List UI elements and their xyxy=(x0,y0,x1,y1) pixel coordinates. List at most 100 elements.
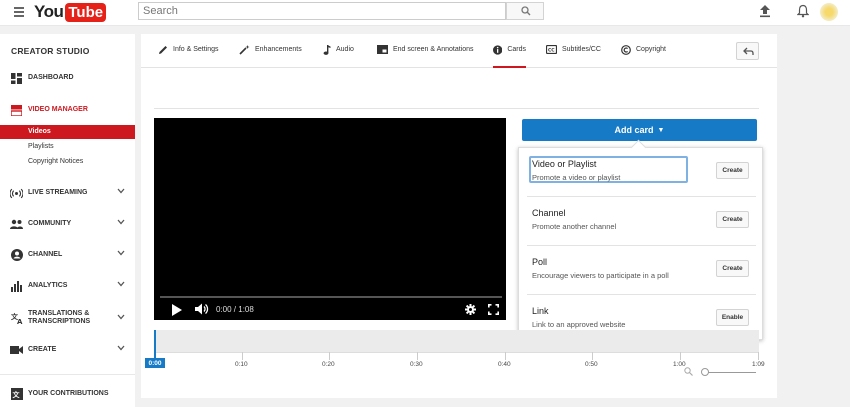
copyright-icon xyxy=(621,45,631,55)
playhead-time-label: 0:00 xyxy=(145,358,165,368)
tab-label: End screen & Annotations xyxy=(393,46,474,53)
add-card-label: Add card xyxy=(614,125,654,135)
zoom-icon xyxy=(684,367,693,376)
sidebar-item-channel[interactable]: CHANNEL xyxy=(0,246,135,264)
sidebar-item-analytics[interactable]: ANALYTICS xyxy=(0,277,135,295)
create-icon xyxy=(10,344,23,357)
translate-icon: 文A xyxy=(10,312,23,325)
tab-end-screen-annotations[interactable]: End screen & Annotations xyxy=(377,45,474,68)
gear-icon[interactable] xyxy=(465,304,476,315)
dashboard-icon xyxy=(10,72,23,85)
logo-tube-text: Tube xyxy=(65,2,107,22)
sidebar-item-label-line1: TRANSLATIONS & xyxy=(28,310,90,317)
card-option-title: Channel xyxy=(532,208,566,218)
analytics-icon xyxy=(10,280,23,293)
top-bar: You Tube Search xyxy=(0,0,850,26)
fullscreen-icon[interactable] xyxy=(488,304,499,315)
contributions-icon: 文 xyxy=(10,388,23,401)
card-option-video-playlist[interactable]: Video or Playlist Promote a video or pla… xyxy=(527,148,756,197)
sidebar-item-video-manager[interactable]: VIDEO MANAGER xyxy=(0,101,135,119)
avatar[interactable] xyxy=(820,3,838,21)
zoom-slider-handle[interactable] xyxy=(701,368,709,376)
video-editor-panel: Info & Settings Enhancements Audio End s… xyxy=(141,34,777,398)
sidebar-item-label: LIVE STREAMING xyxy=(28,189,88,196)
sidebar-item-your-contributions[interactable]: 文 YOUR CONTRIBUTIONS xyxy=(0,385,135,403)
card-option-desc: Promote another channel xyxy=(532,222,617,231)
card-option-title: Poll xyxy=(532,257,548,267)
youtube-logo[interactable]: You Tube xyxy=(34,2,107,22)
tab-label: Audio xyxy=(336,46,354,53)
card-option-poll[interactable]: Poll Encourage viewers to participate in… xyxy=(527,246,756,295)
svg-text:A: A xyxy=(17,318,23,324)
create-video-playlist-card-button[interactable]: Create xyxy=(716,162,749,179)
sidebar-item-community[interactable]: COMMUNITY xyxy=(0,215,135,233)
upload-icon[interactable] xyxy=(759,4,771,18)
channel-icon xyxy=(10,249,23,262)
sidebar-item-label: CREATE xyxy=(28,346,57,353)
timeline-tick-label: 1:09 xyxy=(752,361,765,368)
create-poll-card-button[interactable]: Create xyxy=(716,260,749,277)
svg-text:文: 文 xyxy=(12,390,20,399)
bell-icon[interactable] xyxy=(797,4,809,18)
sidebar-item-label: CHANNEL xyxy=(28,251,63,258)
sidebar-item-label: ANALYTICS xyxy=(28,282,68,289)
sidebar-sub-copyright-notices[interactable]: Copyright Notices xyxy=(0,155,135,169)
chevron-down-icon xyxy=(117,281,125,287)
chevron-down-icon xyxy=(117,219,125,225)
video-manager-icon xyxy=(10,104,23,117)
music-note-icon xyxy=(323,45,331,55)
card-option-desc: Encourage viewers to participate in a po… xyxy=(532,271,669,280)
chevron-down-icon xyxy=(117,345,125,351)
sidebar-item-translations[interactable]: 文A TRANSLATIONS & TRANSCRIPTIONS xyxy=(0,308,135,328)
tab-info-settings[interactable]: Info & Settings xyxy=(158,46,219,68)
search-button[interactable] xyxy=(506,2,544,20)
card-option-channel[interactable]: Channel Promote another channel Create xyxy=(527,197,756,246)
sidebar-item-live-streaming[interactable]: LIVE STREAMING xyxy=(0,184,135,202)
timeline-tick xyxy=(680,352,681,360)
chevron-down-icon xyxy=(117,314,125,320)
timeline-tick xyxy=(417,352,418,360)
timeline-tick-label: 0:20 xyxy=(322,361,335,368)
menu-icon[interactable] xyxy=(14,7,24,17)
tab-label: Cards xyxy=(507,46,526,53)
back-arrow-icon xyxy=(743,47,754,55)
end-screen-icon xyxy=(377,45,388,54)
timeline-tick xyxy=(329,352,330,360)
tab-enhancements[interactable]: Enhancements xyxy=(239,45,302,68)
tab-subtitles-cc[interactable]: CC Subtitles/CC xyxy=(546,45,601,68)
search-input[interactable]: Search xyxy=(138,2,506,20)
pencil-icon xyxy=(159,46,167,54)
sidebar-item-label: DASHBOARD xyxy=(28,74,74,81)
sidebar-title: CREATOR STUDIO xyxy=(11,46,90,56)
timeline-tick-label: 0:40 xyxy=(498,361,511,368)
tab-label: Copyright xyxy=(636,46,666,53)
play-icon[interactable] xyxy=(172,304,182,316)
sidebar-sub-videos[interactable]: Videos xyxy=(0,125,135,139)
video-player[interactable]: 0:00 / 1:08 xyxy=(154,118,506,320)
tab-cards[interactable]: Cards xyxy=(493,45,526,68)
timeline-tick xyxy=(758,352,759,360)
timeline-playhead[interactable] xyxy=(154,330,156,358)
live-streaming-icon xyxy=(10,187,23,200)
video-progress-bar[interactable] xyxy=(160,296,502,298)
sidebar-sub-playlists[interactable]: Playlists xyxy=(0,140,135,154)
timeline-tick xyxy=(505,352,506,360)
sidebar-item-dashboard[interactable]: DASHBOARD xyxy=(0,69,135,87)
create-channel-card-button[interactable]: Create xyxy=(716,211,749,228)
sidebar-item-create[interactable]: CREATE xyxy=(0,341,135,359)
card-option-title: Link xyxy=(532,306,549,316)
add-card-menu: Video or Playlist Promote a video or pla… xyxy=(518,147,763,340)
volume-icon[interactable] xyxy=(195,303,209,315)
back-button[interactable] xyxy=(736,42,759,60)
sidebar-item-label: COMMUNITY xyxy=(28,220,72,227)
zoom-slider-track[interactable] xyxy=(706,372,756,373)
caret-down-icon: ▼ xyxy=(657,126,665,134)
tab-audio[interactable]: Audio xyxy=(323,45,354,68)
chevron-down-icon xyxy=(117,188,125,194)
enable-link-card-button[interactable]: Enable xyxy=(716,309,749,326)
card-option-desc: Link to an approved website xyxy=(532,320,626,329)
timeline-track[interactable] xyxy=(154,330,759,352)
add-card-button[interactable]: Add card ▼ xyxy=(522,119,757,141)
tab-copyright[interactable]: Copyright xyxy=(621,45,666,68)
timeline-tick xyxy=(592,352,593,360)
